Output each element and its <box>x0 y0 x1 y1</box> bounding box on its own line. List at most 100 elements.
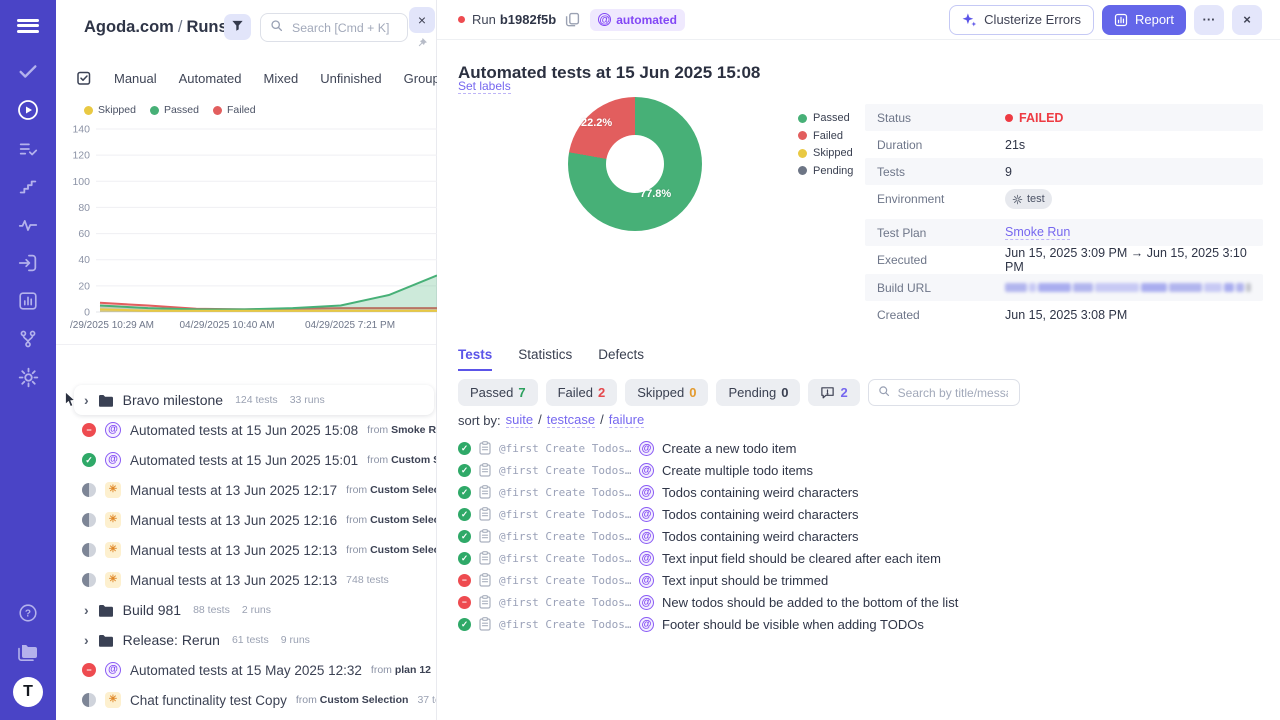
filter-button[interactable] <box>224 14 251 40</box>
test-suite: @first Create Todos… <box>499 529 631 543</box>
settings-gear-icon[interactable] <box>0 366 56 389</box>
copy-icon[interactable] <box>565 12 580 27</box>
test-suite: @first Create Todos… <box>499 441 631 455</box>
close-panel-button[interactable]: × <box>409 7 435 33</box>
detail-row: Status FAILED <box>865 104 1263 131</box>
branches-icon[interactable] <box>0 328 56 350</box>
test-row[interactable]: − @first Create Todos… @ New todos shoul… <box>458 591 958 613</box>
report-button[interactable]: Report <box>1101 4 1186 35</box>
tab-automated[interactable]: Automated <box>179 71 242 86</box>
test-title: Create multiple todo items <box>662 462 814 478</box>
run-status-icon: ✓ <box>82 453 96 467</box>
tab-defects[interactable]: Defects <box>598 347 644 371</box>
tab-statistics[interactable]: Statistics <box>518 347 572 371</box>
test-row[interactable]: ✓ @first Create Todos… @ Create multiple… <box>458 459 958 481</box>
results-donut-chart: 22.2% 77.8% <box>568 97 702 231</box>
legend-dot <box>798 166 807 175</box>
run-details-table: Status FAILED Duration 21s Tests 9 Envir… <box>865 104 1263 328</box>
chevron-right-icon[interactable]: › <box>84 603 89 617</box>
runs-search[interactable] <box>260 13 408 42</box>
comments-filter-pill[interactable]: 2 <box>808 379 860 406</box>
run-status-icon <box>82 513 96 527</box>
checklist-icon[interactable] <box>76 70 92 86</box>
run-source: from plan 12 <box>370 664 432 676</box>
sort-by-failure[interactable]: failure <box>608 412 645 428</box>
funnel-icon <box>231 19 244 35</box>
run-list-item[interactable]: − @ Automated tests at 15 Jun 2025 15:08… <box>56 415 436 445</box>
menu-icon[interactable] <box>0 16 56 35</box>
test-plans-list-icon[interactable] <box>0 138 56 160</box>
reports-chart-icon[interactable] <box>0 290 56 312</box>
runs-play-icon[interactable] <box>0 98 56 122</box>
run-list-item[interactable]: ✓ @ Automated tests at 15 Jun 2025 15:01… <box>56 445 436 475</box>
sort-by-suite[interactable]: suite <box>505 412 534 428</box>
folder-title: Build 981 <box>122 602 182 618</box>
run-list-item[interactable]: ✳ Manual tests at 13 Jun 2025 12:17 from… <box>56 475 436 505</box>
test-suite: @first Create Todos… <box>499 551 631 565</box>
test-title: Footer should be visible when adding TOD… <box>662 616 924 632</box>
env-badge[interactable]: test <box>1005 189 1052 209</box>
failed-dot <box>1005 113 1013 122</box>
passed-filter-pill[interactable]: Passed 7 <box>458 379 538 406</box>
donut-legend-item: Pending <box>798 165 853 177</box>
runs-search-input[interactable] <box>290 19 398 36</box>
run-actions: Clusterize Errors Report ··· × <box>949 4 1262 35</box>
test-row[interactable]: − @first Create Todos… @ Text input shou… <box>458 569 958 591</box>
app-logo[interactable]: T <box>0 677 56 707</box>
skipped-filter-pill[interactable]: Skipped 0 <box>625 379 709 406</box>
search-icon <box>270 19 283 37</box>
divider <box>56 344 436 345</box>
folder-list-item[interactable]: › Release: Rerun 61 tests 9 runs <box>56 625 436 655</box>
chevron-right-icon[interactable]: › <box>84 393 89 407</box>
chevron-right-icon[interactable]: › <box>84 633 89 647</box>
breadcrumb-project[interactable]: Agoda.com <box>84 18 174 36</box>
folder-list-item[interactable]: › Bravo milestone 124 tests 33 runs <box>65 385 434 415</box>
close-run-button[interactable]: × <box>1232 4 1262 35</box>
tests-search-input[interactable] <box>895 384 1010 401</box>
folder-list-item[interactable]: › Build 981 88 tests 2 runs <box>56 595 436 625</box>
run-list-item[interactable]: ✳ Chat functinality test Copy from Custo… <box>56 685 436 715</box>
test-row[interactable]: ✓ @first Create Todos… @ Todos containin… <box>458 503 958 525</box>
run-list-item[interactable]: − @ Automated tests at 15 May 2025 12:32… <box>56 655 436 685</box>
mouse-cursor-icon <box>64 391 77 413</box>
test-row[interactable]: ✓ @first Create Todos… @ Create a new to… <box>458 437 958 459</box>
clusterize-errors-button[interactable]: Clusterize Errors <box>949 4 1094 35</box>
more-button[interactable]: ··· <box>1194 4 1224 35</box>
automated-at-icon: @ <box>639 616 654 632</box>
clipboard-icon <box>479 595 491 609</box>
run-kind-icon: ✳ <box>105 482 121 498</box>
svg-text:/29/2025 10:29 AM: /29/2025 10:29 AM <box>70 320 154 331</box>
pending-filter-pill[interactable]: Pending 0 <box>716 379 801 406</box>
run-list-item[interactable]: ✳ Manual tests at 13 Jun 2025 12:13 748 … <box>56 565 436 595</box>
tests-check-icon[interactable] <box>0 60 56 82</box>
run-kind-icon: ✳ <box>105 572 121 588</box>
set-labels-link[interactable]: Set labels <box>458 79 511 94</box>
test-row[interactable]: ✓ @first Create Todos… @ Footer should b… <box>458 613 958 635</box>
test-status-icon: ✓ <box>458 441 471 455</box>
failed-filter-pill[interactable]: Failed 2 <box>545 379 618 406</box>
steps-icon[interactable] <box>0 176 56 198</box>
tab-mixed[interactable]: Mixed <box>264 71 299 86</box>
sort-by-testcase[interactable]: testcase <box>546 412 596 428</box>
import-icon[interactable] <box>0 252 56 274</box>
detail-row: Duration 21s <box>865 131 1263 158</box>
help-icon[interactable]: ? <box>0 602 56 624</box>
tab-tests[interactable]: Tests <box>458 347 493 371</box>
automated-badge[interactable]: @ automated <box>590 8 685 31</box>
tab-manual[interactable]: Manual <box>114 71 157 86</box>
test-row[interactable]: ✓ @first Create Todos… @ Todos containin… <box>458 525 958 547</box>
run-list-item[interactable]: ✳ Manual tests at 13 Jun 2025 12:16 from… <box>56 505 436 535</box>
tests-search[interactable] <box>867 379 1020 406</box>
test-plan-link[interactable]: Smoke Run <box>1005 225 1071 240</box>
pin-icon[interactable] <box>418 34 429 52</box>
tab-unfinished[interactable]: Unfinished <box>320 71 381 86</box>
test-row[interactable]: ✓ @first Create Todos… @ Todos containin… <box>458 481 958 503</box>
breadcrumb[interactable]: Agoda.com / Runs <box>84 18 228 37</box>
automated-at-icon: @ <box>639 506 654 522</box>
analytics-pulse-icon[interactable] <box>0 214 56 236</box>
projects-folder-icon[interactable] <box>0 642 56 662</box>
test-row[interactable]: ✓ @first Create Todos… @ Text input fiel… <box>458 547 958 569</box>
run-list-item[interactable]: ✳ Manual tests at 13 Jun 2025 12:13 from… <box>56 535 436 565</box>
run-status-icon <box>82 483 96 497</box>
folder-tests-count: 124 tests <box>235 394 278 406</box>
